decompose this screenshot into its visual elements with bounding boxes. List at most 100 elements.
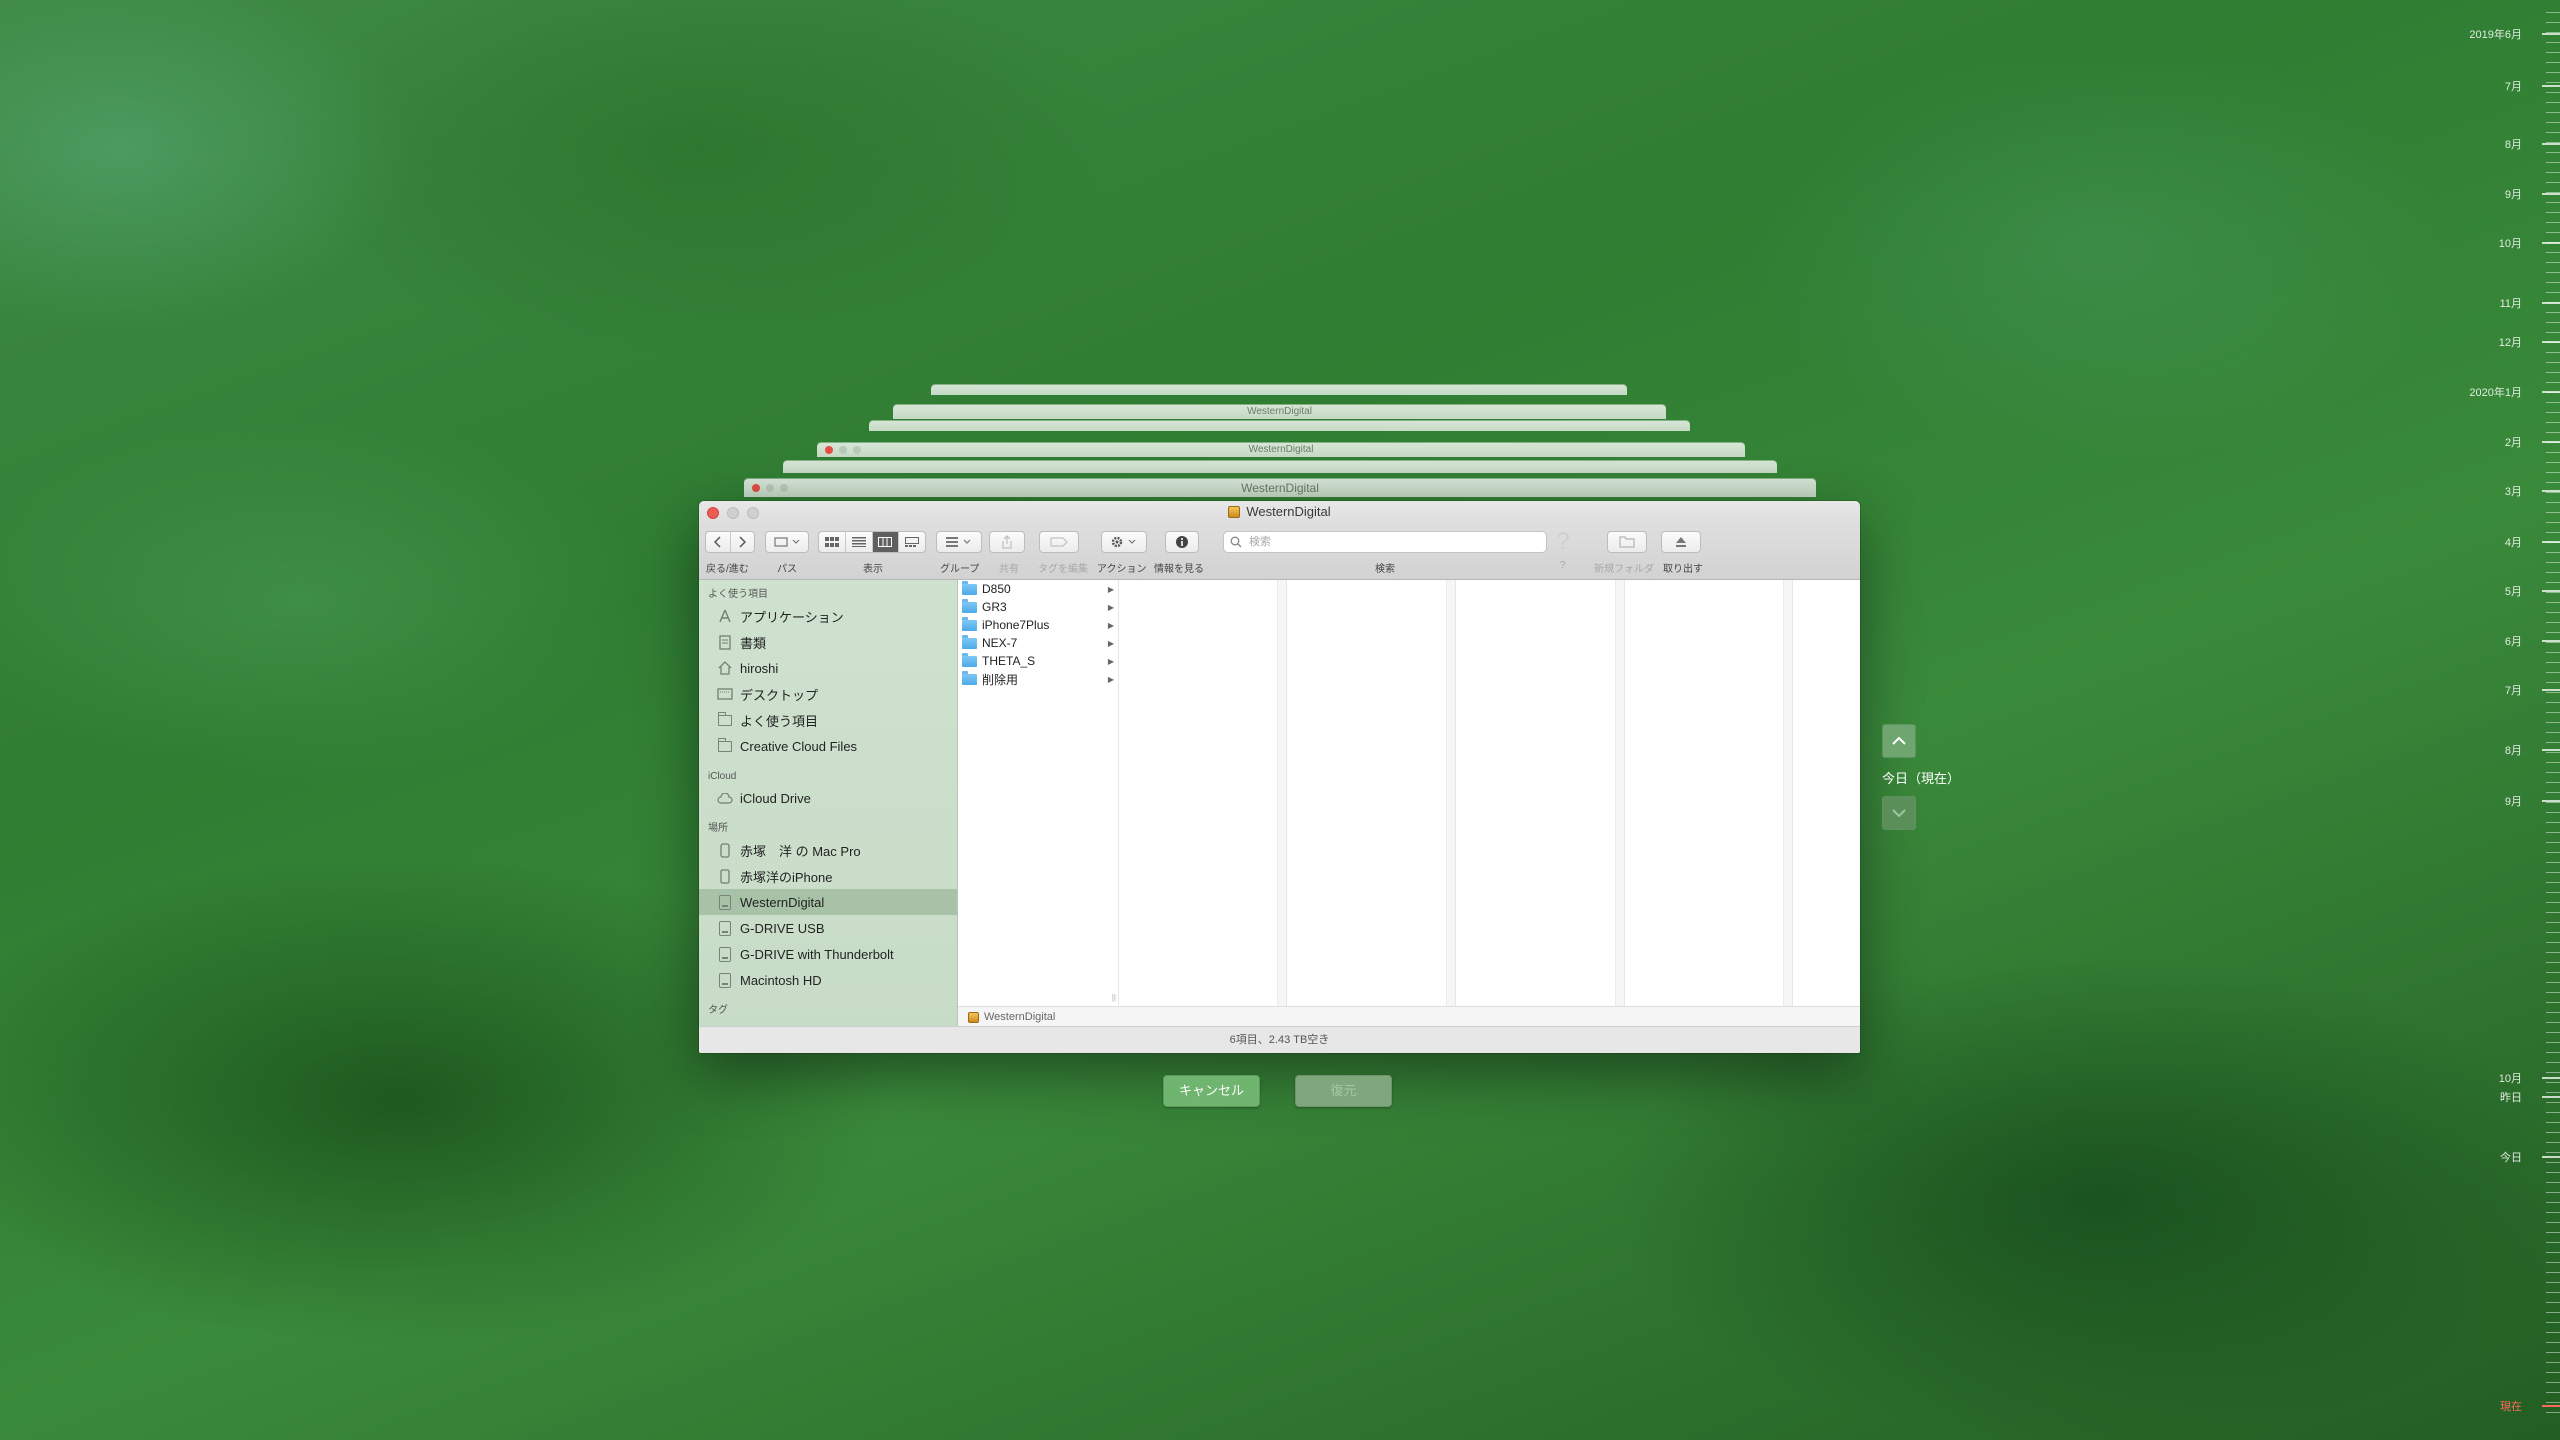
action-button[interactable] <box>1101 531 1147 553</box>
timeline-tick <box>2546 922 2560 923</box>
folder-item[interactable]: NEX-7 ▶ <box>958 634 1118 652</box>
sidebar-item-g-drive-thunderbolt[interactable]: G-DRIVE with Thunderbolt <box>699 941 957 967</box>
timeline-tick <box>2546 992 2560 993</box>
finder-window: WesternDigital 戻る/進む パス 表示 グループ 共有 タグを編集… <box>699 501 1860 1053</box>
folder-item[interactable]: D850 ▶ <box>958 580 1118 598</box>
timeline-label[interactable]: 9月 <box>2505 793 2522 809</box>
timeline-label[interactable]: 7月 <box>2505 78 2522 94</box>
timeline-tick <box>2546 842 2560 843</box>
search-input[interactable] <box>1247 535 1531 549</box>
sidebar-item-creative-cloud[interactable]: Creative Cloud Files <box>699 733 957 759</box>
timeline-tick <box>2546 1192 2560 1193</box>
search-field[interactable] <box>1223 531 1547 553</box>
folder-item[interactable]: THETA_S ▶ <box>958 652 1118 670</box>
sidebar-item-label: hiroshi <box>740 660 779 676</box>
history-window-3[interactable] <box>869 421 1690 431</box>
close-button[interactable] <box>707 507 719 519</box>
timeline-label[interactable]: 2月 <box>2505 434 2522 450</box>
sidebar-item-desktop[interactable]: デスクトップ <box>699 681 957 707</box>
history-window-4[interactable]: WesternDigital <box>893 405 1666 419</box>
timeline-tick <box>2546 1102 2560 1103</box>
timeline-label[interactable]: 2020年1月 <box>2469 384 2522 400</box>
history-window-2[interactable]: WesternDigital <box>817 443 1745 457</box>
older-snapshot-button[interactable] <box>1882 724 1916 758</box>
timeline-label[interactable]: 4月 <box>2505 534 2522 550</box>
gallery-view-button[interactable] <box>899 532 925 552</box>
action-label: アクション <box>1097 564 1147 575</box>
help-button[interactable]: ? <box>1555 528 1571 556</box>
timeline-label[interactable]: 5月 <box>2505 583 2522 599</box>
timeline-tick <box>2546 852 2560 853</box>
sidebar-item-iphone[interactable]: 赤塚洋のiPhone <box>699 863 957 889</box>
folder-item[interactable]: 削除用 ▶ <box>958 670 1118 688</box>
newer-snapshot-button[interactable] <box>1882 796 1916 830</box>
timeline-label[interactable]: 今日 <box>2500 1149 2522 1165</box>
zoom-button[interactable] <box>747 507 759 519</box>
share-icon <box>1002 535 1012 549</box>
timeline-label[interactable]: 10月 <box>2499 235 2522 251</box>
timeline-tick <box>2546 152 2560 153</box>
toolbar: 戻る/進む パス 表示 グループ 共有 タグを編集 アクション 情報を見る 検索… <box>699 527 1860 580</box>
sidebar-item-g-drive-usb[interactable]: G-DRIVE USB <box>699 915 957 941</box>
sidebar-item-applications[interactable]: アプリケーション <box>699 603 957 629</box>
edit-tags-button[interactable] <box>1039 531 1079 553</box>
timeline-tick <box>2546 1222 2560 1223</box>
sidebar-item-documents[interactable]: 書類 <box>699 629 957 655</box>
timeline-label[interactable]: 6月 <box>2505 633 2522 649</box>
timeline-label[interactable]: 2019年6月 <box>2469 26 2522 42</box>
restore-button[interactable]: 復元 <box>1295 1075 1392 1107</box>
timeline-label[interactable]: 昨日 <box>2500 1089 2522 1105</box>
sidebar-item-mac-pro[interactable]: 赤塚 洋 の Mac Pro <box>699 837 957 863</box>
group-button[interactable] <box>936 531 982 553</box>
timeline-tick <box>2546 1372 2560 1373</box>
timeline-label[interactable]: 11月 <box>2500 295 2522 311</box>
timeline[interactable]: 2019年6月 7月 8月 9月 10月 11月 12月 2020年1月 2月 3月 4月 5月 6月 7… <box>2460 0 2560 1440</box>
minimize-button[interactable] <box>727 507 739 519</box>
back-button[interactable] <box>706 532 731 552</box>
sidebar-item-westerndigital[interactable]: WesternDigital <box>699 889 957 915</box>
forward-button[interactable] <box>731 532 755 552</box>
sidebar-item-label: Macintosh HD <box>740 972 822 988</box>
timeline-label[interactable]: 7月 <box>2505 682 2522 698</box>
icon-view-button[interactable] <box>819 532 846 552</box>
timeline-label[interactable]: 12月 <box>2499 334 2522 350</box>
folder-icon <box>962 616 977 631</box>
column-5[interactable] <box>1624 580 1793 1006</box>
sidebar-item-home[interactable]: hiroshi <box>699 655 957 681</box>
column-2[interactable] <box>1118 580 1287 1006</box>
timeline-label[interactable]: 9月 <box>2505 186 2522 202</box>
cancel-button[interactable]: キャンセル <box>1163 1075 1260 1107</box>
get-info-button[interactable] <box>1165 531 1199 553</box>
timeline-tick <box>2546 12 2560 13</box>
timeline-label[interactable]: 8月 <box>2505 742 2522 758</box>
new-folder-button[interactable] <box>1607 531 1647 553</box>
sidebar-item-favorites[interactable]: よく使う項目 <box>699 707 957 733</box>
folder-item[interactable]: iPhone7Plus ▶ <box>958 616 1118 634</box>
column-view-button[interactable] <box>872 532 900 552</box>
history-window-1[interactable]: WesternDigital <box>744 479 1816 497</box>
timeline-tick <box>2546 1212 2560 1213</box>
column-1[interactable]: D850 ▶ GR3 ▶ iPhone7Plus ▶ NEX-7 ▶ THETA_S ▶ … <box>958 580 1119 1006</box>
list-view-button[interactable] <box>846 532 873 552</box>
share-button[interactable] <box>989 531 1025 553</box>
window-title: WesternDigital <box>1246 504 1331 519</box>
timeline-label[interactable]: 8月 <box>2505 136 2522 152</box>
timeline-tick <box>2546 662 2560 663</box>
path-bar-item[interactable]: WesternDigital <box>984 1011 1055 1023</box>
folder-item[interactable]: GR3 ▶ <box>958 598 1118 616</box>
sidebar-item-macintosh-hd[interactable]: Macintosh HD <box>699 967 957 993</box>
column-4[interactable] <box>1455 580 1625 1006</box>
eject-button[interactable] <box>1661 531 1701 553</box>
column-3[interactable] <box>1286 580 1456 1006</box>
timeline-label[interactable]: 3月 <box>2505 483 2522 499</box>
column-resize-handle[interactable]: || <box>1112 993 1116 1002</box>
history-window-5[interactable] <box>931 385 1627 395</box>
path-button[interactable] <box>765 531 809 553</box>
sidebar-item-icloud-drive[interactable]: iCloud Drive <box>699 785 957 811</box>
timeline-label[interactable]: 10月 <box>2499 1070 2522 1086</box>
history-window-1b[interactable] <box>783 461 1777 473</box>
timeline-label[interactable]: 現在 <box>2500 1398 2522 1414</box>
timeline-tick <box>2546 1262 2560 1263</box>
home-icon <box>717 661 733 675</box>
timeline-tick <box>2546 572 2560 573</box>
